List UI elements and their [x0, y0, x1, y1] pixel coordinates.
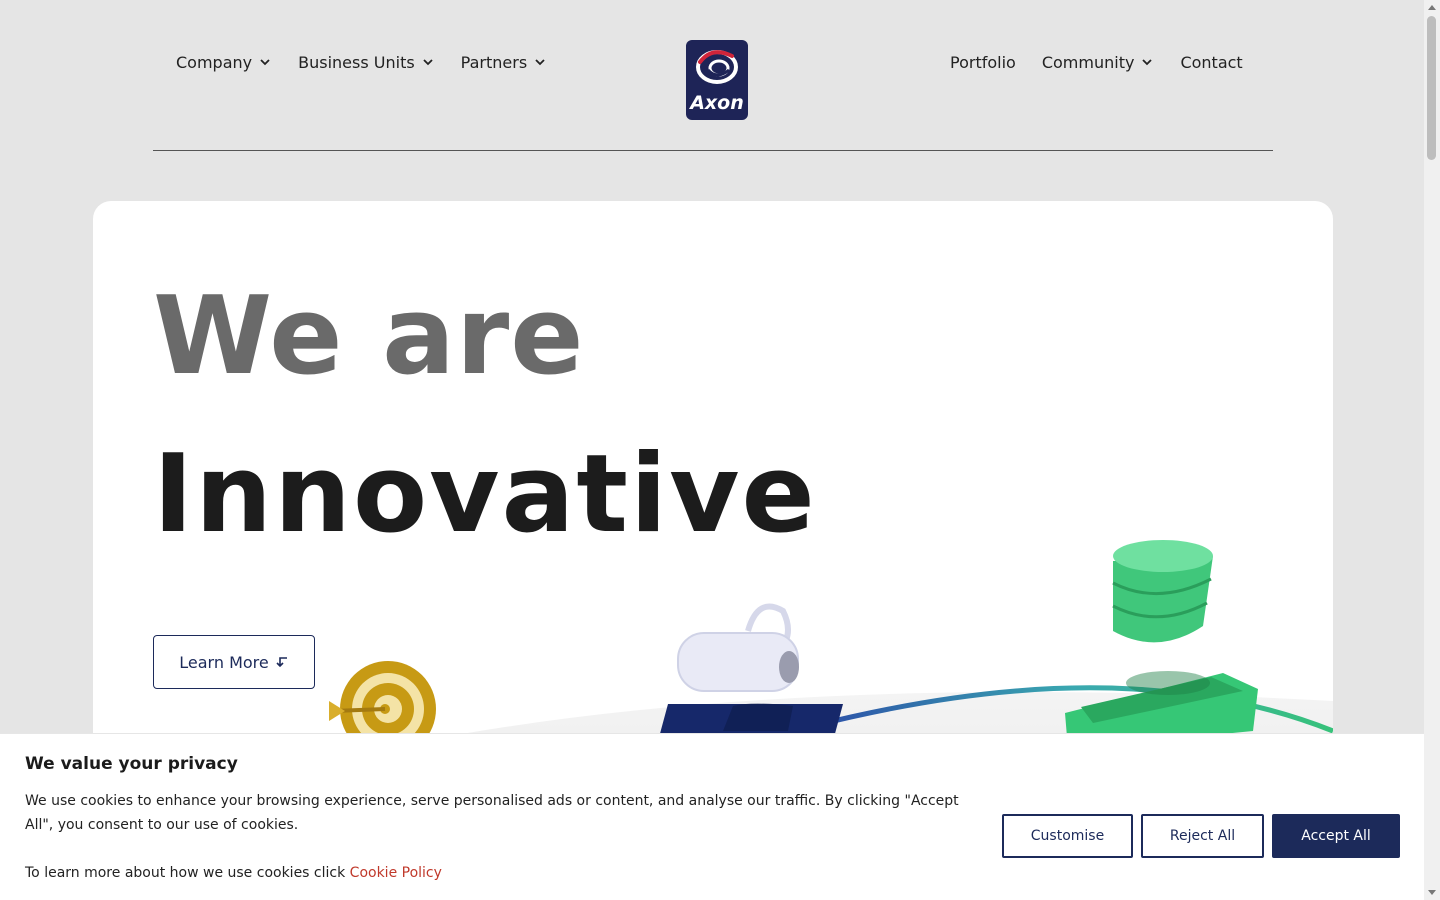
learn-more-button[interactable]: Learn More: [153, 635, 315, 689]
scroll-thumb[interactable]: [1427, 16, 1436, 160]
chevron-down-icon: [1142, 59, 1153, 66]
cookie-more-prefix: To learn more about how we use cookies c…: [25, 865, 346, 881]
nav-portfolio-label: Portfolio: [950, 52, 1016, 72]
customise-button[interactable]: Customise: [1002, 814, 1133, 858]
nav-contact-label: Contact: [1180, 52, 1243, 72]
cookie-banner: We value your privacy We use cookies to …: [0, 733, 1424, 900]
page-scrollbar[interactable]: [1424, 0, 1440, 900]
nav-partners[interactable]: Partners: [461, 50, 547, 74]
reject-all-button[interactable]: Reject All: [1141, 814, 1264, 858]
logo-emblem-icon: [696, 50, 738, 84]
nav-company[interactable]: Company: [176, 50, 272, 74]
cookie-policy-link[interactable]: Cookie Policy: [350, 865, 442, 881]
header-divider: [153, 150, 1273, 151]
nav-portfolio[interactable]: Portfolio: [950, 50, 1016, 74]
logo-text: Axon: [690, 92, 744, 114]
nav-business-units[interactable]: Business Units: [298, 50, 435, 74]
nav-partners-label: Partners: [460, 52, 528, 72]
cookie-more-info: To learn more about how we use cookies c…: [25, 861, 442, 885]
nav-right: Portfolio Community Contact: [950, 50, 1243, 74]
database-icon: [1065, 540, 1258, 749]
reject-all-label: Reject All: [1169, 828, 1236, 844]
scroll-down-icon[interactable]: [1428, 890, 1436, 895]
nav-community[interactable]: Community: [1042, 50, 1155, 74]
accept-all-label: Accept All: [1301, 828, 1371, 844]
nav-business-units-label: Business Units: [298, 52, 415, 72]
chevron-down-icon: [423, 59, 433, 66]
nav-company-label: Company: [176, 52, 253, 72]
nav-left: Company Business Units Partners: [176, 50, 547, 74]
nav-community-label: Community: [1041, 52, 1135, 72]
chevron-down-icon: [535, 59, 545, 66]
accept-all-button[interactable]: Accept All: [1272, 814, 1400, 858]
cookie-title: We value your privacy: [25, 754, 238, 774]
arrow-down-left-icon: [276, 657, 287, 668]
scroll-up-icon[interactable]: [1428, 5, 1436, 10]
hero-heading-line2: Innovative: [153, 432, 817, 557]
hero-heading-line1: We are: [153, 274, 585, 399]
customise-label: Customise: [1030, 828, 1105, 844]
learn-more-label: Learn More: [179, 652, 269, 672]
cookie-description: We use cookies to enhance your browsing …: [25, 793, 959, 833]
axon-logo[interactable]: Axon: [686, 40, 748, 120]
nav-contact[interactable]: Contact: [1180, 50, 1242, 74]
chevron-down-icon: [260, 59, 270, 66]
vr-headset-icon: [658, 603, 843, 741]
